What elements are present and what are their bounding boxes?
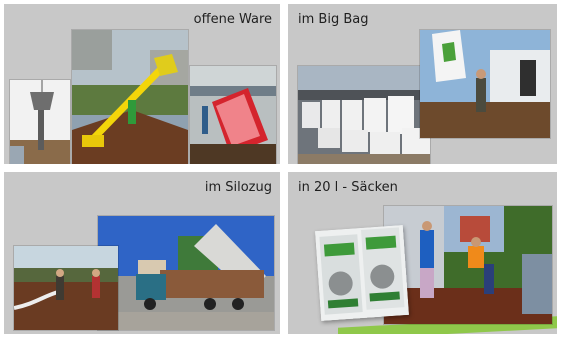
panel-title: im Silozug [204, 180, 272, 195]
photo-people-sacks [384, 206, 552, 324]
panel-offene-ware: offene Ware [4, 4, 280, 164]
panel-title: im Big Bag [298, 12, 369, 27]
photo-truck-unloading [190, 66, 276, 164]
photo-big-bag-crane [420, 30, 550, 138]
panel-in-20l-saecken: in 20 l - Säcken [288, 172, 557, 334]
panel-title: offene Ware [193, 12, 272, 27]
photo-crane-bucket [10, 80, 70, 164]
panel-im-silozug: im Silozug [4, 172, 280, 334]
panel-title: in 20 l - Säcken [298, 180, 398, 195]
photo-20l-bags [314, 225, 410, 321]
photo-hose-spreading [14, 246, 118, 330]
panel-im-big-bag: im Big Bag [288, 4, 557, 164]
photo-silo-truck [98, 216, 274, 330]
photo-excavator [72, 30, 188, 164]
photo-big-bags-warehouse [298, 66, 430, 164]
